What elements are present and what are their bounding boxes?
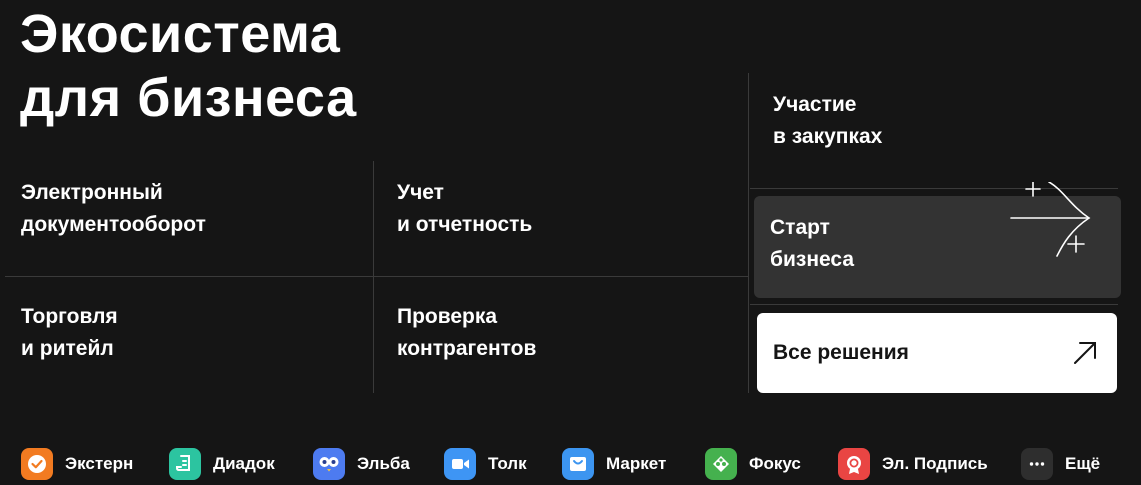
- link-electronic-document-flow[interactable]: Электронный документооборот: [21, 177, 206, 241]
- grid-divider: [373, 161, 374, 393]
- product-market[interactable]: Маркет: [562, 446, 666, 482]
- more-dots-icon: [1021, 448, 1053, 480]
- product-elba[interactable]: Эльба: [313, 446, 410, 482]
- grid-divider: [750, 304, 1118, 305]
- grid-divider: [748, 73, 749, 393]
- network-icon: [705, 448, 737, 480]
- arrow-sparkle-icon: [1010, 182, 1091, 257]
- page-title: Экосистема для бизнеса: [20, 4, 357, 128]
- product-more[interactable]: Ещё: [1021, 446, 1100, 482]
- video-camera-icon: [444, 448, 476, 480]
- product-diadok[interactable]: Диадок: [169, 446, 275, 482]
- all-solutions-label: Все решения: [773, 341, 909, 364]
- product-label: Толк: [488, 454, 527, 473]
- product-label: Эльба: [357, 454, 410, 473]
- product-label: Диадок: [213, 454, 275, 473]
- link-trade-retail[interactable]: Торговля и ритейл: [21, 301, 118, 365]
- product-el-podpis[interactable]: Эл. Подпись: [838, 446, 988, 482]
- arrow-up-right-icon: [1074, 342, 1096, 364]
- owl-icon: [313, 448, 345, 480]
- certificate-icon: [838, 448, 870, 480]
- product-label: Маркет: [606, 454, 667, 473]
- check-icon: [21, 448, 53, 480]
- product-label: Ещё: [1065, 454, 1101, 473]
- product-extern[interactable]: Экстерн: [21, 446, 133, 482]
- product-fokus[interactable]: Фокус: [705, 446, 801, 482]
- product-tolk[interactable]: Толк: [444, 446, 527, 482]
- link-counterparty-check[interactable]: Проверка контрагентов: [397, 301, 536, 365]
- document-icon: [169, 448, 201, 480]
- product-label: Эл. Подпись: [882, 454, 988, 473]
- link-accounting-reporting[interactable]: Учет и отчетность: [397, 177, 532, 241]
- product-label: Фокус: [749, 454, 801, 473]
- start-business-card[interactable]: Старт бизнеса: [754, 182, 1121, 298]
- start-business-label: Старт бизнеса: [770, 216, 855, 271]
- product-bar: Экстерн Диадок Эльба Толк Маркет Фокус Э…: [0, 446, 1141, 482]
- all-solutions-button[interactable]: Все решения: [757, 313, 1117, 393]
- link-procurement[interactable]: Участие в закупках: [773, 89, 882, 153]
- product-label: Экстерн: [65, 454, 134, 473]
- shopping-bag-icon: [562, 448, 594, 480]
- grid-divider: [5, 276, 748, 277]
